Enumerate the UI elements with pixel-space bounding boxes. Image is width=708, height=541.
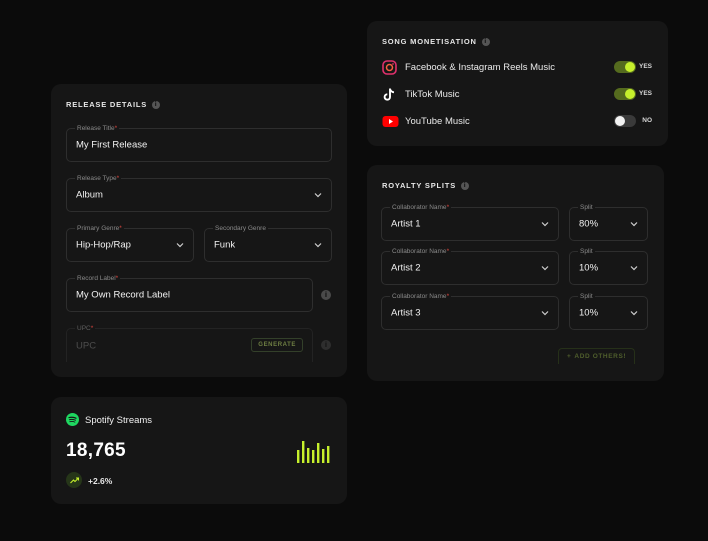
upc-placeholder: UPC — [76, 340, 97, 351]
stream-count: 18,765 — [66, 440, 126, 461]
chevron-down-icon — [176, 243, 184, 248]
split-select-3[interactable]: Split 10% — [569, 292, 648, 330]
primary-genre-select[interactable]: Primary Genre* Hip-Hop/Rap — [66, 224, 194, 262]
chevron-down-icon — [630, 266, 638, 271]
chevron-down-icon — [314, 243, 322, 248]
stream-change: +2.6% — [88, 476, 113, 486]
info-icon[interactable]: i — [321, 340, 331, 350]
record-label-value: My Own Record Label — [76, 289, 170, 301]
youtube-icon — [382, 115, 399, 127]
release-details-card: RELEASE DETAILS i Release Title* My Firs… — [51, 84, 347, 377]
spotify-icon — [66, 413, 79, 426]
tiktok-icon — [383, 88, 395, 101]
facebook-instagram-toggle[interactable] — [614, 61, 636, 73]
collaborator-select-2[interactable]: Collaborator Name* Artist 2 — [381, 247, 559, 285]
generate-button[interactable]: GENERATE — [251, 338, 303, 352]
release-title-field[interactable]: Release Title* My First Release — [66, 124, 332, 162]
tiktok-toggle[interactable] — [614, 88, 636, 100]
secondary-genre-value: Funk — [214, 239, 236, 251]
release-details-heading: RELEASE DETAILS i — [66, 100, 161, 109]
info-icon[interactable]: i — [461, 181, 469, 190]
chevron-down-icon — [541, 222, 549, 227]
youtube-toggle[interactable] — [614, 115, 636, 127]
collaborator-select-3[interactable]: Collaborator Name* Artist 3 — [381, 292, 559, 330]
streams-bar-graph-icon — [297, 441, 330, 463]
info-icon[interactable]: i — [481, 37, 490, 46]
add-others-button[interactable]: + ADD OTHERS! — [558, 348, 636, 364]
song-monetisation-heading: SONG MONETISATION i — [382, 37, 490, 46]
info-icon[interactable]: i — [321, 290, 331, 300]
release-type-value: Album — [76, 189, 103, 201]
chevron-down-icon — [630, 222, 638, 227]
spotify-streams-title: Spotify Streams — [85, 415, 153, 426]
primary-genre-value: Hip-Hop/Rap — [76, 239, 131, 251]
info-icon[interactable]: i — [152, 100, 161, 109]
release-type-select[interactable]: Release Type* Album — [66, 174, 332, 212]
release-title-value: My First Release — [76, 139, 148, 151]
chevron-down-icon — [314, 193, 322, 198]
royalty-splits-heading: ROYALTY SPLITS i — [382, 181, 469, 190]
chevron-down-icon — [541, 266, 549, 271]
instagram-icon — [382, 59, 397, 75]
record-label-field[interactable]: Record Label* My Own Record Label — [66, 274, 313, 312]
plus-icon: + — [567, 353, 572, 360]
spotify-streams-card: Spotify Streams 18,765 +2.6% — [51, 397, 347, 504]
upc-field[interactable]: UPC* UPC GENERATE — [66, 324, 313, 362]
trend-up-icon — [66, 472, 82, 488]
collaborator-select-1[interactable]: Collaborator Name* Artist 1 — [381, 203, 559, 241]
monetisation-row-facebook-instagram: Facebook & Instagram Reels Music YES — [382, 59, 652, 75]
monetisation-row-tiktok: TikTok Music YES — [382, 86, 652, 102]
royalty-splits-card: ROYALTY SPLITS i Collaborator Name* Arti… — [367, 165, 664, 381]
chevron-down-icon — [630, 311, 638, 316]
split-select-2[interactable]: Split 10% — [569, 247, 648, 285]
split-select-1[interactable]: Split 80% — [569, 203, 648, 241]
secondary-genre-select[interactable]: Secondary Genre Funk — [204, 224, 332, 262]
chevron-down-icon — [541, 311, 549, 316]
monetisation-row-youtube: YouTube Music NO — [382, 113, 652, 129]
song-monetisation-card: SONG MONETISATION i Facebook & Instagram… — [367, 21, 668, 146]
